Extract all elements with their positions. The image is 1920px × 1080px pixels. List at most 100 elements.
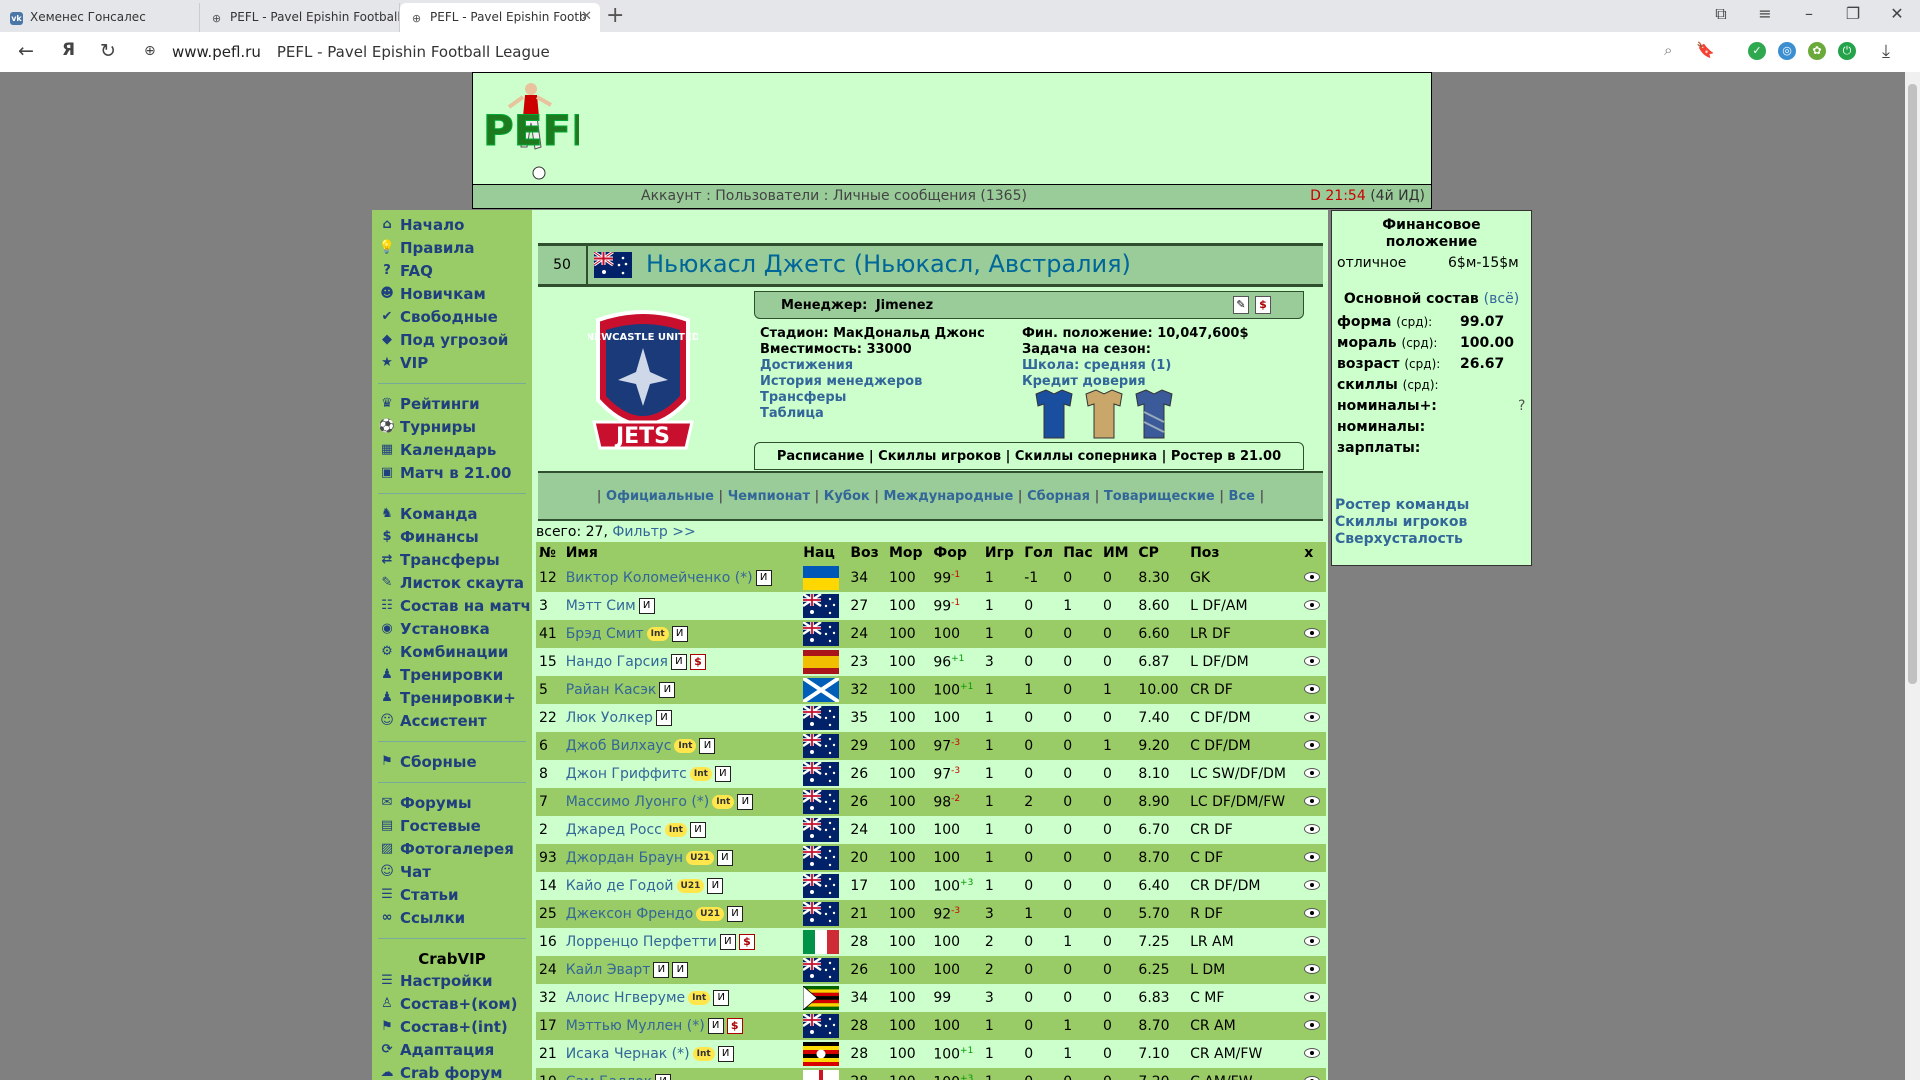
menu-item-photo[interactable]: ▨ Фотогалерея [372, 838, 532, 861]
player-name-link[interactable]: Джексон Френдо [566, 906, 693, 922]
extension-icon[interactable]: ◎ [1778, 42, 1796, 60]
player-name-link[interactable]: Кайл Эварт [566, 962, 651, 978]
menu-item-lineup[interactable]: ☷ Состав на матч [372, 595, 532, 618]
menu-item-guestbook[interactable]: ▤ Гостевые [372, 815, 532, 838]
filter-official[interactable]: Официальные [606, 489, 714, 504]
filter-cup[interactable]: Кубок [824, 489, 870, 504]
player-name-link[interactable]: Джордан Браун [566, 850, 683, 866]
menu-item-calendar[interactable]: ▦ Календарь [372, 439, 532, 462]
column-header[interactable]: x [1301, 542, 1326, 564]
view-eye-icon[interactable] [1304, 628, 1321, 638]
player-card-icon[interactable]: И [653, 962, 670, 978]
player-card-icon[interactable]: И [755, 570, 772, 586]
menu-item-fifa[interactable]: ⚑ Сборные [372, 751, 532, 774]
view-eye-icon[interactable] [1304, 796, 1321, 806]
new-tab-icon[interactable]: + [606, 3, 624, 28]
dollar-tag-icon[interactable]: $ [738, 934, 755, 950]
menu-item-adapt[interactable]: ⟳ Адаптация [372, 1039, 532, 1062]
dollar-icon[interactable]: $ [1255, 296, 1271, 314]
dollar-tag-icon[interactable]: $ [689, 654, 706, 670]
player-card-icon[interactable]: И [689, 822, 706, 838]
menu-item-assistant[interactable]: ☺ Ассистент [372, 710, 532, 733]
player-card-icon[interactable]: И [713, 990, 730, 1006]
roster-link[interactable]: Ростер команды [1332, 497, 1531, 514]
menu-item-scout[interactable]: ✎ Листок скаута [372, 572, 532, 595]
menu-item-chat[interactable]: ☺ Чат [372, 861, 532, 884]
column-header[interactable]: Пас [1060, 542, 1100, 564]
player-card-icon[interactable]: И [707, 1018, 724, 1034]
player-card-icon[interactable]: И [707, 878, 724, 894]
player-name-link[interactable]: Брэд Смит [566, 626, 644, 642]
view-eye-icon[interactable] [1304, 964, 1321, 974]
player-card-icon[interactable]: И [672, 962, 689, 978]
menu-item-bulb[interactable]: 💡 Правила [372, 237, 532, 260]
close-tab-icon[interactable]: ✕ [581, 9, 592, 24]
view-eye-icon[interactable] [1304, 684, 1321, 694]
menu-icon[interactable]: ≡ [1750, 4, 1780, 23]
view-eye-icon[interactable] [1304, 600, 1321, 610]
player-card-icon[interactable]: И [655, 710, 672, 726]
player-name-link[interactable]: Сам Баллок [566, 1074, 652, 1080]
menu-item-check[interactable]: ✔ Свободные [372, 306, 532, 329]
player-name-link[interactable]: Массимо Луонго (*) [566, 794, 710, 810]
column-header[interactable]: ИМ [1099, 542, 1136, 564]
player-card-icon[interactable]: И [699, 738, 716, 754]
skills-link[interactable]: Скиллы игроков [1332, 514, 1531, 531]
player-name-link[interactable]: Люк Уолкер [566, 710, 653, 726]
menu-item-warning[interactable]: ◆ Под угрозой [372, 329, 532, 352]
menu-item-tv[interactable]: ▣ Матч в 21.00 [372, 462, 532, 485]
menu-item-home[interactable]: ⌂ Начало [372, 214, 532, 237]
player-card-icon[interactable]: И [671, 626, 688, 642]
player-card-icon[interactable]: И [717, 1046, 734, 1062]
back-icon[interactable]: ← [18, 40, 34, 62]
column-header[interactable]: Воз [847, 542, 886, 564]
menu-item-lineup-int[interactable]: ⚑ Состав+(int) [372, 1016, 532, 1039]
player-name-link[interactable]: Нандо Гарсия [566, 654, 668, 670]
player-card-icon[interactable]: И [714, 766, 731, 782]
player-card-icon[interactable]: И [659, 682, 676, 698]
tab-pefl-1[interactable]: ⊕ PEFL - Pavel Epishin Football [200, 3, 400, 32]
filter-friendly[interactable]: Товарищеские [1104, 489, 1215, 504]
view-eye-icon[interactable] [1304, 740, 1321, 750]
achievements-link[interactable]: Достижения [760, 358, 1020, 374]
url-field[interactable]: www.pefl.ru PEFL - Pavel Epishin Football… [172, 43, 550, 61]
translate-icon[interactable]: ⌕ [1664, 41, 1672, 59]
view-eye-icon[interactable] [1304, 572, 1321, 582]
player-name-link[interactable]: Мэттью Муллен (*) [566, 1018, 705, 1034]
restore-icon[interactable]: ❐ [1838, 4, 1868, 23]
team-links-bar[interactable]: Расписание | Скиллы игроков | Скиллы соп… [754, 442, 1304, 470]
menu-item-ball[interactable]: ⚽ Турниры [372, 416, 532, 439]
player-card-icon[interactable]: И [655, 1074, 672, 1080]
menu-item-lineup-com[interactable]: ♙ Состав+(ком) [372, 993, 532, 1016]
player-card-icon[interactable]: И [719, 934, 736, 950]
squad-all-link[interactable]: (всё) [1484, 291, 1520, 307]
menu-item-money[interactable]: $ Финансы [372, 526, 532, 549]
menu-item-forum[interactable]: ✉ Форумы [372, 792, 532, 815]
view-eye-icon[interactable] [1304, 768, 1321, 778]
extension-2-icon[interactable]: ✿ [1808, 42, 1826, 60]
protect-icon[interactable]: ✓ [1748, 42, 1766, 60]
column-header[interactable]: Поз [1187, 542, 1302, 564]
player-name-link[interactable]: Райан Касэк [566, 682, 657, 698]
fatigue-link[interactable]: Сверхусталость [1332, 531, 1531, 548]
player-card-icon[interactable]: И [670, 654, 687, 670]
reload-icon[interactable]: ↻ [100, 40, 116, 62]
view-eye-icon[interactable] [1304, 936, 1321, 946]
dollar-tag-icon[interactable]: $ [726, 1018, 743, 1034]
tab-pefl-active[interactable]: ⊕ PEFL - Pavel Epishin Footb ✕ [400, 3, 600, 32]
player-card-icon[interactable]: И [638, 598, 655, 614]
manager-name[interactable]: Jimenez [876, 298, 933, 313]
table-link[interactable]: Таблица [760, 406, 1020, 422]
player-name-link[interactable]: Виктор Коломейченко (*) [566, 570, 753, 586]
menu-item-crab-forum[interactable]: ☁ Crab форум [372, 1062, 532, 1080]
menu-item-article[interactable]: ☰ Статьи [372, 884, 532, 907]
filter-championship[interactable]: Чемпионат [728, 489, 810, 504]
column-header[interactable]: Фор [930, 542, 982, 564]
view-eye-icon[interactable] [1304, 1020, 1321, 1030]
site-info-icon[interactable]: ⊕ [144, 43, 156, 59]
view-eye-icon[interactable] [1304, 908, 1321, 918]
menu-item-star[interactable]: ★ VIP [372, 352, 532, 375]
player-name-link[interactable]: Джоб Вилхаус [566, 738, 672, 754]
player-card-icon[interactable]: И [737, 794, 754, 810]
column-header[interactable]: СР [1135, 542, 1188, 564]
